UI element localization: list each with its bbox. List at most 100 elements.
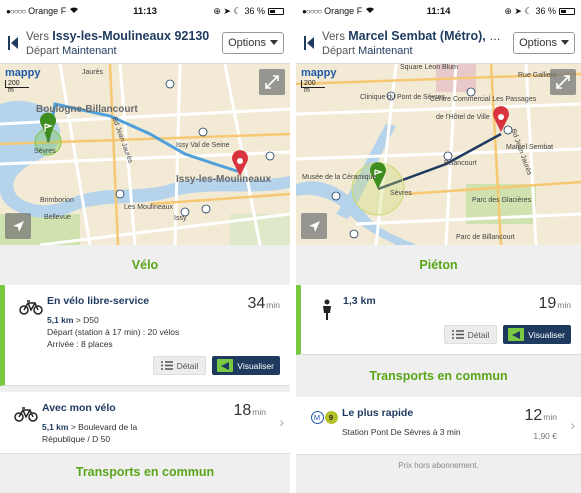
destination-name[interactable]: Issy-les-Moulineaux 92130 [52,29,209,43]
map-label-brimborion: Brimborion [40,197,74,204]
chevron-right-icon: › [570,417,575,433]
ticket-price: 1,90 € [533,431,557,441]
options-label: Options [519,36,557,49]
battery-percent: 36 % [244,6,266,16]
battery-icon [559,7,575,15]
route-map[interactable]: mappy 200 m Boulogne-Billancourt Issy-le… [0,64,290,245]
options-label: Options [228,36,266,49]
route-map[interactable]: mappy 200 m Square Léon Blum Clinique du… [296,64,581,245]
back-button[interactable] [302,28,316,58]
map-label-parc-glacieres: Parc des Glacières [472,197,532,204]
map-label-issy-val: Issy Val de Seine [176,142,230,149]
chevron-down-icon [270,40,278,45]
detail-button[interactable]: Détail [443,325,498,344]
destination-name[interactable]: Marcel Sembat (Métro), 92... [348,29,507,43]
route-header: Vers Issy-les-Moulineaux 92130 Départ Ma… [0,22,290,64]
depart-value[interactable]: Maintenant [358,45,412,57]
locate-button[interactable] [301,213,327,239]
carrier-name: Orange F [324,6,363,16]
route-card-pieton[interactable]: 1,3 km 19min Détail Visualiser [296,285,581,355]
locate-button[interactable] [5,213,31,239]
mappy-logo: mappy [301,67,337,79]
station-info: Station Pont De Sèvres à 3 min [342,427,461,437]
depart-info: Départ (station à 17 min) : 20 vélos [47,327,180,337]
status-bar: ●○○○○ Orange F 11:14 ⊕ ➤ ☾ 36 % [296,0,581,22]
right-screen: ●○○○○ Orange F 11:14 ⊕ ➤ ☾ 36 % Vers Mar… [296,0,581,493]
chevron-right-icon: › [279,414,284,430]
back-button[interactable] [6,28,20,58]
map-label-sevres: Sèvres [34,148,56,155]
status-bar: ●○○○○ Orange F 11:13 ⊕ ➤ ☾ 36 % [0,0,290,22]
map-label-square: Square Léon Blum [400,64,458,71]
map-scale: 200 m [301,80,325,94]
status-time: 11:13 [133,5,157,17]
location-icon: ⊕ ➤ ☾ [213,5,242,16]
duration: 19min [538,295,572,312]
carrier-name: Orange F [28,6,67,16]
destination-prefix: Vers [322,30,346,43]
route-card-transport[interactable]: M 9 Le plus rapide Station Pont De Sèvre… [296,397,581,455]
options-button[interactable]: Options [513,31,575,54]
section-title-pieton: Piéton [296,245,581,285]
map-canvas [296,64,581,245]
chevron-down-icon [561,40,569,45]
card-title: Le plus rapide [342,407,414,419]
status-time: 11:14 [426,5,451,17]
duration: 12min 1,90 € [513,407,558,441]
distance: 1,3 km [343,295,376,307]
duration: 18min [233,402,267,419]
wifi-icon [365,6,375,16]
back-arrow-icon [303,35,314,50]
map-label-parc-billancourt: Parc de Billancourt [456,234,515,241]
depart-prefix: Départ [26,44,60,57]
destination-prefix: Vers [26,30,50,43]
signal-icon: ●○○○○ [302,6,322,16]
location-icon: ⊕ ➤ ☾ [504,5,533,16]
map-label-jaures: Jaurès [82,69,104,76]
fullscreen-button[interactable] [550,69,576,95]
metro-icon: M [310,411,324,424]
map-label-sevres: Sèvres [390,190,412,197]
distance: 5,1 km [47,315,74,325]
depart-prefix: Départ [322,44,356,57]
list-icon [160,361,173,370]
back-arrow-icon [7,35,18,50]
map-label-ceramique: Musée de la Céramique [302,174,377,181]
bicycle-icon [15,295,47,350]
route-card-velo-perso[interactable]: Avec mon vélo 5,1 km > Boulevard de la R… [0,392,290,454]
map-label-bellevue: Bellevue [44,214,71,221]
map-pin-icon [508,328,525,341]
location-arrow-icon [12,220,24,232]
map-label-boulogne: Boulogne-Billancourt [36,104,138,115]
bicycle-icon [10,402,42,445]
card-title: Avec mon vélo [42,402,116,414]
signal-icon: ●○○○○ [6,6,26,16]
fullscreen-button[interactable] [259,69,285,95]
wifi-icon [69,6,79,16]
visualiser-button[interactable]: Visualiser [212,356,280,375]
left-screen: ●○○○○ Orange F 11:13 ⊕ ➤ ☾ 36 % Vers Iss… [0,0,290,493]
mappy-logo: mappy [5,67,41,79]
map-pin-icon [217,359,234,372]
section-title-transport: Transports en commun [0,454,290,490]
duration: 34min [247,295,281,312]
detail-button[interactable]: Détail [152,356,207,375]
route-header: Vers Marcel Sembat (Métro), 92... Départ… [296,22,581,64]
map-label-les-moulineaux: Les Moulineaux [124,204,174,211]
route-name-2: République / D 50 [42,434,111,444]
expand-icon [265,75,279,89]
metro-line-badges: M 9 [310,411,338,424]
map-scale: 200 m [5,80,29,94]
map-label-issy-small: Issy [174,215,187,222]
options-button[interactable]: Options [222,31,284,54]
visualiser-button[interactable]: Visualiser [503,325,571,344]
route-card-velo-libre[interactable]: En vélo libre-service 5,1 km > D50 Dépar… [0,285,290,386]
price-footnote: Prix hors abonnement. [398,461,479,470]
distance: 5,1 km [42,422,69,432]
card-title: En vélo libre-service [47,295,150,307]
section-title-transport: Transports en commun [296,355,581,397]
location-arrow-icon [308,220,320,232]
list-icon [451,330,464,339]
depart-value[interactable]: Maintenant [62,45,116,57]
map-label-centre: Centre Commercial Les Passages [430,96,537,103]
